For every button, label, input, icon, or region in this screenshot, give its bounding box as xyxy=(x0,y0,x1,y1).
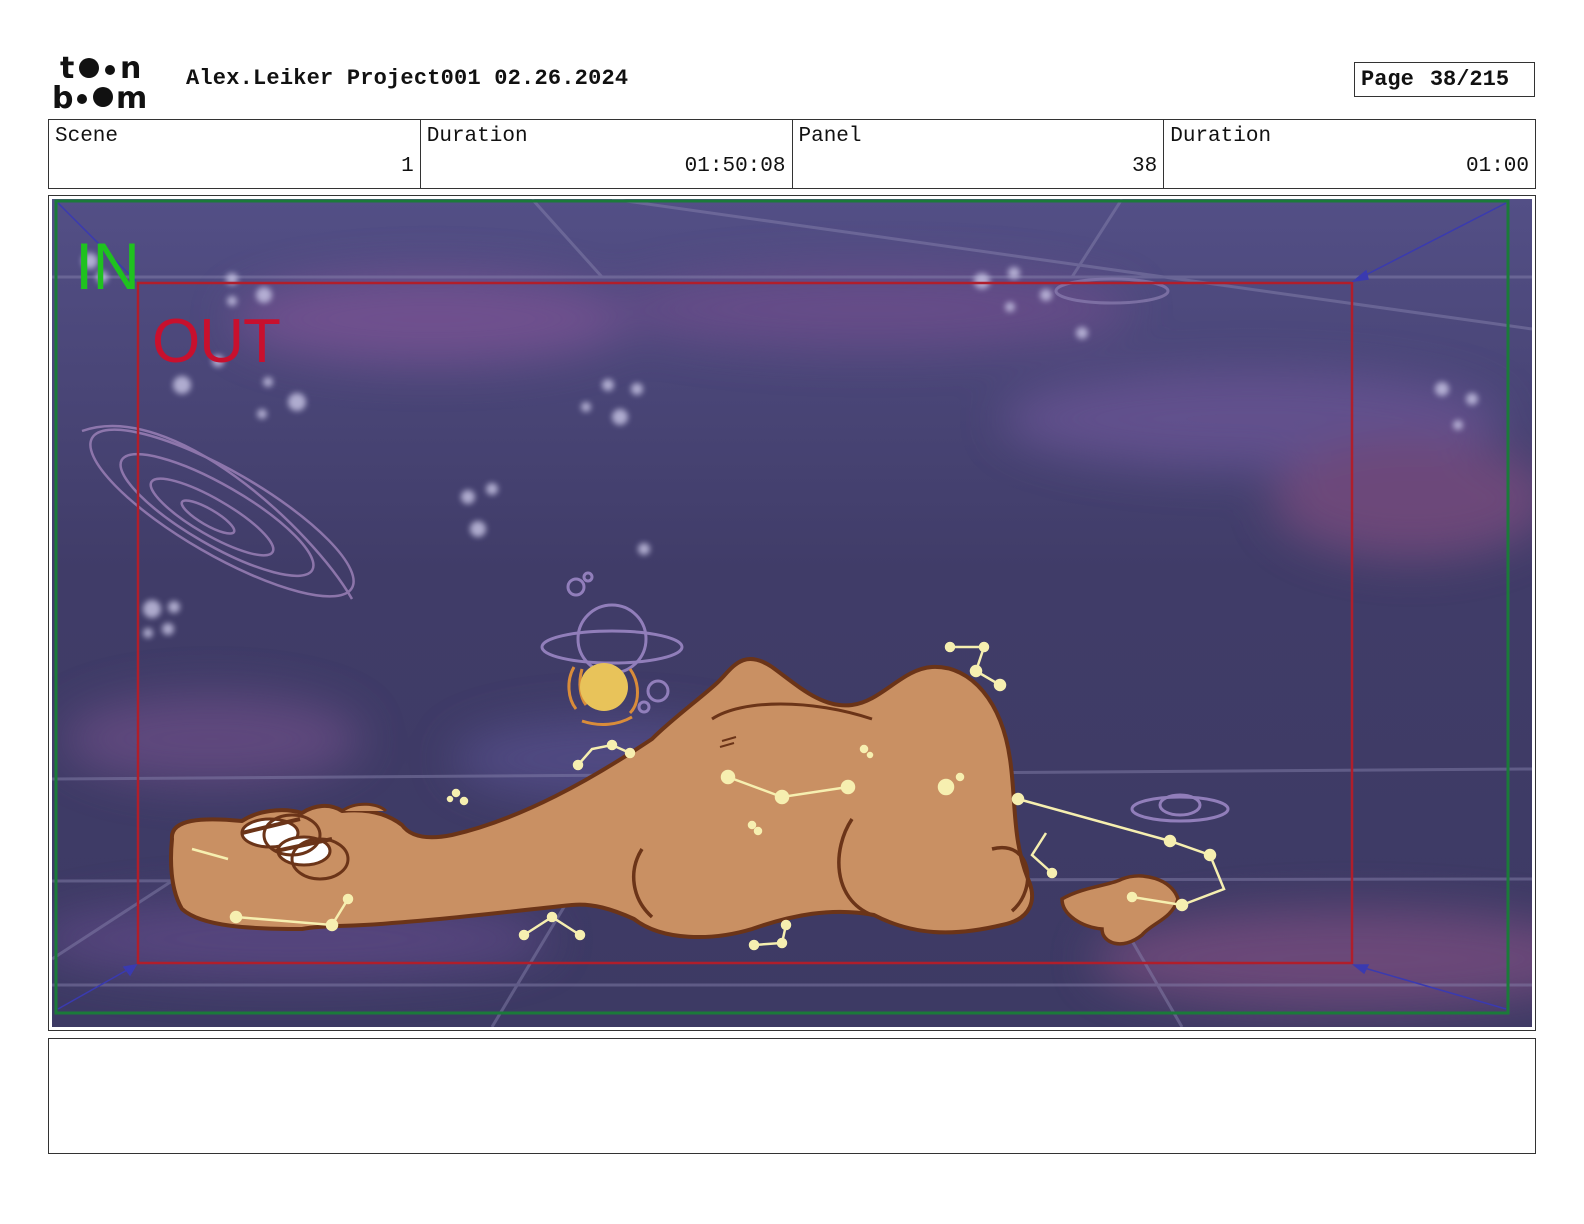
panel-cell: Panel 38 xyxy=(793,120,1165,188)
sun-disc xyxy=(580,663,628,711)
project-title: Alex.Leiker Project001 02.26.2024 xyxy=(186,66,629,91)
page-indicator: Page 38/215 xyxy=(1354,62,1535,97)
scene-duration-value: 01:50:08 xyxy=(684,155,786,178)
panel-duration-cell: Duration 01:00 xyxy=(1164,120,1535,188)
panel-value: 38 xyxy=(1132,155,1158,178)
scene-value: 1 xyxy=(401,155,414,178)
svg-text:m: m xyxy=(116,81,147,112)
scene-duration-cell: Duration 01:50:08 xyxy=(421,120,793,188)
scene-info-table: Scene 1 Duration 01:50:08 Panel 38 Durat… xyxy=(48,119,1536,189)
page-number: 38/215 xyxy=(1429,67,1510,92)
panel-notes-box[interactable] xyxy=(48,1038,1536,1154)
in-frame-label: IN xyxy=(75,229,140,303)
scene-duration-label: Duration xyxy=(426,125,528,148)
panel-label: Panel xyxy=(798,125,862,148)
scene-cell: Scene 1 xyxy=(49,120,421,188)
panel-duration-value: 01:00 xyxy=(1465,155,1529,178)
page-label: Page xyxy=(1361,67,1414,92)
panel-duration-label: Duration xyxy=(1170,125,1272,148)
scene-label: Scene xyxy=(55,125,119,148)
svg-text:b: b xyxy=(52,81,73,112)
toon-boom-logo: t n b m xyxy=(52,52,147,112)
out-frame-label: OUT xyxy=(152,307,281,376)
